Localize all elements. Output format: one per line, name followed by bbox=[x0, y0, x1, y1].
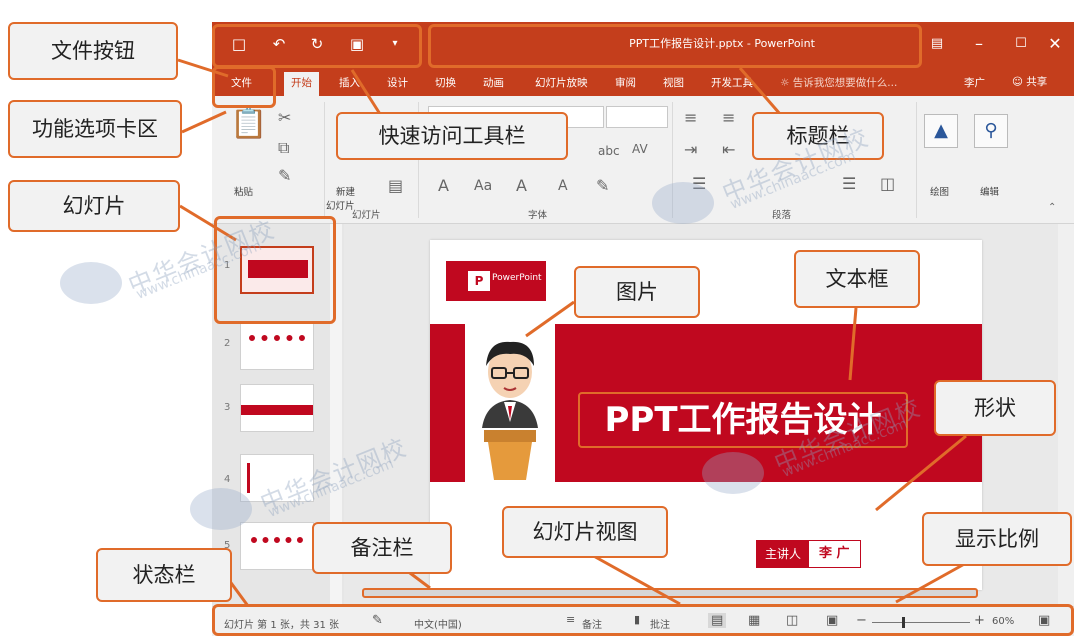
annotated-screenshot: □ ↶ ↻ ▣ ▾ PPT工作报告设计.pptx - PowerPoint ▤ … bbox=[0, 0, 1090, 636]
callout-status-bar: 状态栏 bbox=[96, 548, 232, 602]
callout-ribbon-tabs: 功能选项卡区 bbox=[8, 100, 182, 158]
callout-textbox: 文本框 bbox=[794, 250, 920, 308]
callout-notes-bar: 备注栏 bbox=[312, 522, 452, 574]
callout-file-button: 文件按钮 bbox=[8, 22, 178, 80]
watermark-logo bbox=[190, 488, 252, 530]
callout-shape: 形状 bbox=[934, 380, 1056, 436]
watermark-logo bbox=[60, 262, 122, 304]
callout-slides: 幻灯片 bbox=[8, 180, 180, 232]
callout-picture: 图片 bbox=[574, 266, 700, 318]
watermark-logo bbox=[652, 182, 714, 224]
callout-quick-access: 快速访问工具栏 bbox=[336, 112, 568, 160]
watermark-logo bbox=[702, 452, 764, 494]
callout-slide-view: 幻灯片视图 bbox=[502, 506, 668, 558]
callout-zoom-ratio: 显示比例 bbox=[922, 512, 1072, 566]
